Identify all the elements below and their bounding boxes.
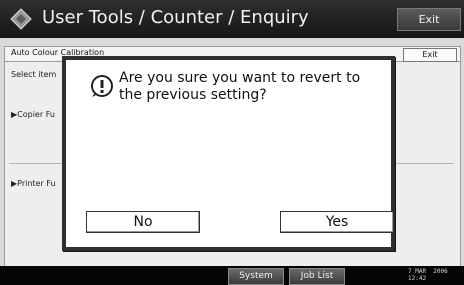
warning-icon <box>91 75 113 97</box>
confirm-dialog: Are you sure you want to revert to the p… <box>62 56 395 251</box>
screen: User Tools / Counter / Enquiry Exit Auto… <box>0 0 464 285</box>
select-item-label: Select item <box>11 70 57 79</box>
job-list-button[interactable]: Job List <box>289 268 345 285</box>
exit-button[interactable]: Exit <box>397 8 461 31</box>
system-status-button[interactable]: System Status <box>228 268 284 285</box>
yes-button[interactable]: Yes <box>280 211 394 233</box>
diamond-logo-icon <box>10 8 32 30</box>
dialog-message: Are you sure you want to revert to the p… <box>119 70 361 103</box>
footer-bar: System Status Job List 7 MAR 2006 12:42 <box>0 266 464 285</box>
no-button[interactable]: No <box>86 211 200 233</box>
header-bar: User Tools / Counter / Enquiry Exit <box>0 0 464 38</box>
window-exit-button[interactable]: Exit <box>403 48 457 62</box>
date-time: 7 MAR 2006 12:42 <box>408 268 448 282</box>
page-title: User Tools / Counter / Enquiry <box>42 7 309 28</box>
printer-function-item[interactable]: ▶Printer Fu <box>11 179 56 188</box>
copier-function-item[interactable]: ▶Copier Fu <box>11 110 55 119</box>
